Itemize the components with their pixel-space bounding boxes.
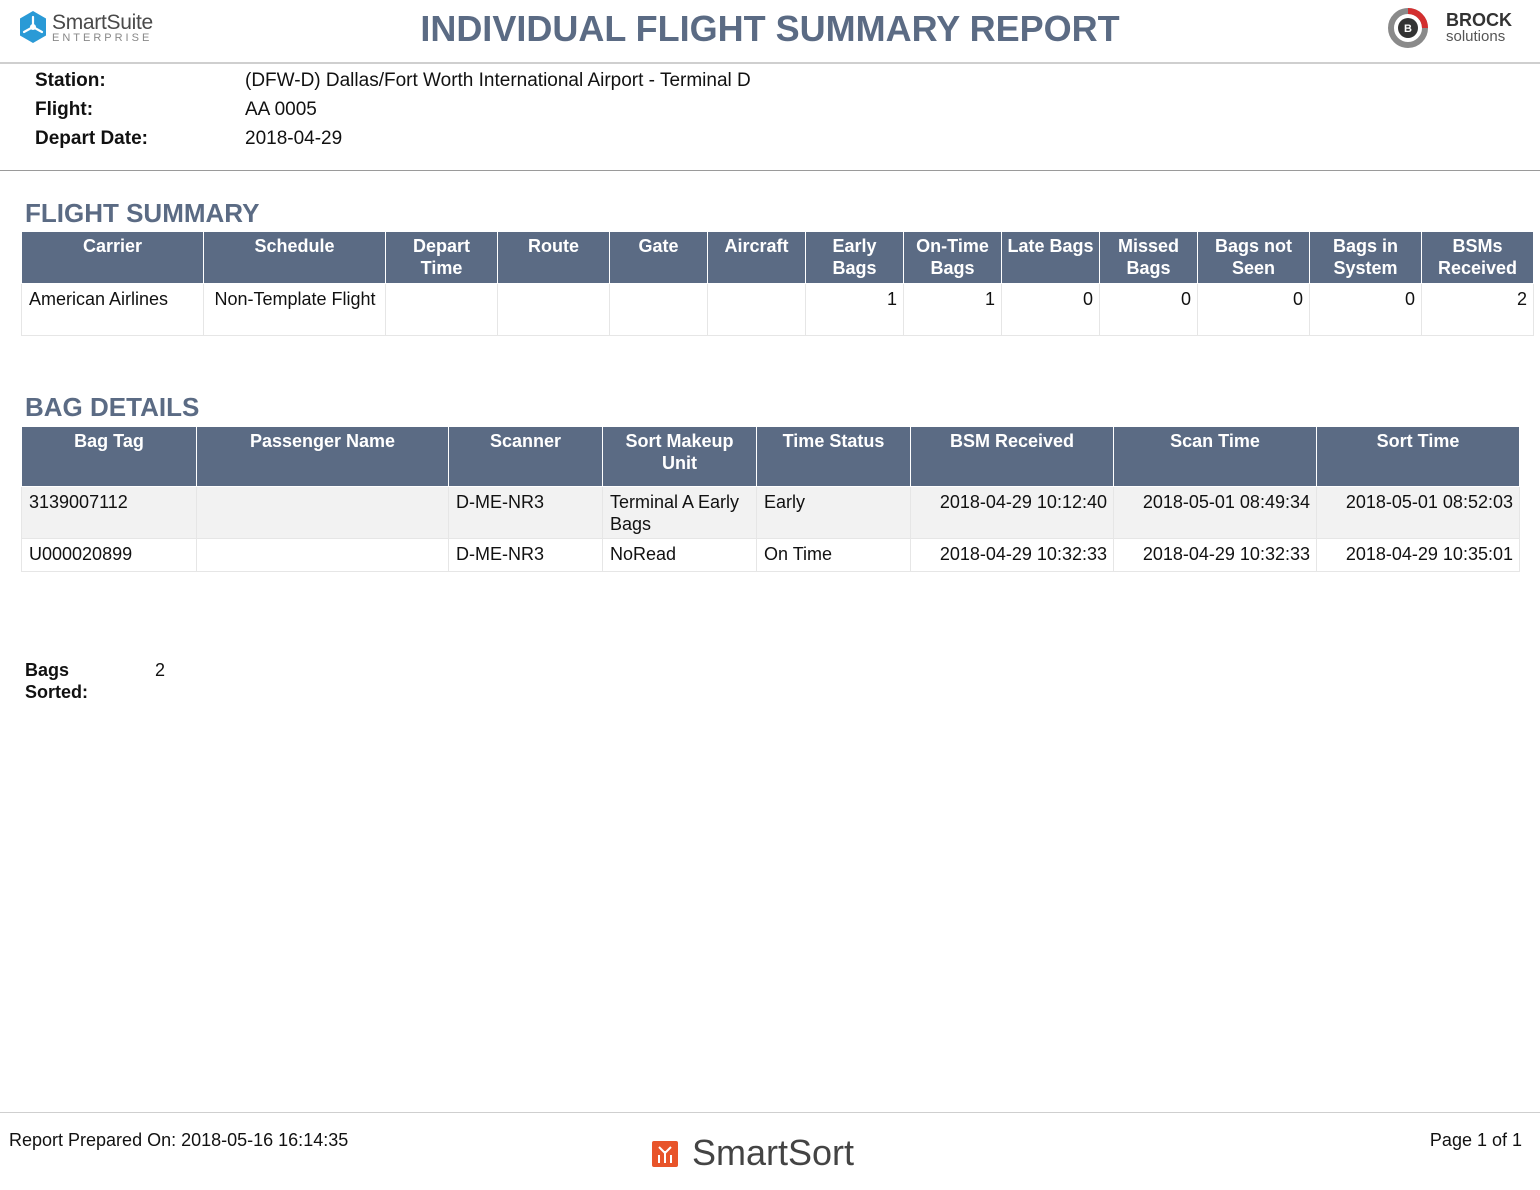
table-cell: 1	[805, 283, 904, 336]
flight-summary-table: Carrier Schedule Depart Time Route Gate Aircr…	[21, 231, 1534, 336]
column-header: On-Time Bags	[903, 231, 1002, 284]
table-cell: U000020899	[21, 538, 197, 572]
column-header: Bags in System	[1309, 231, 1422, 284]
table-cell: On Time	[756, 538, 911, 572]
table-cell: D-ME-NR3	[448, 486, 603, 539]
table-cell: 3139007112	[21, 486, 197, 539]
column-header: Route	[497, 231, 610, 284]
table-cell: 2018-04-29 10:32:33	[1113, 538, 1317, 572]
column-header: Passenger Name	[196, 426, 449, 487]
flight-summary-title: FLIGHT SUMMARY	[25, 198, 260, 228]
bags-sorted-value: 2	[155, 660, 166, 680]
table-cell: 2018-04-29 10:12:40	[910, 486, 1114, 539]
table-cell: 2	[1421, 283, 1534, 336]
bag-detail-row: U000020899 D-ME-NR3 NoRead On Time 2018-04-2…	[21, 538, 1520, 572]
column-header: Time Status	[756, 426, 911, 487]
flight-summary-row: American Airlines Non-Template Flight 1 1 0 0…	[21, 283, 1534, 336]
report-title: INDIVIDUAL FLIGHT SUMMARY REPORT	[420, 8, 1120, 49]
table-cell: 0	[1197, 283, 1310, 336]
table-cell: 0	[1099, 283, 1198, 336]
table-cell: American Airlines	[21, 283, 204, 336]
column-header: Depart Time	[385, 231, 498, 284]
column-header: Late Bags	[1001, 231, 1100, 284]
smartsort-icon	[652, 1141, 678, 1167]
table-cell: 1	[903, 283, 1002, 336]
bags-sorted-label: Bags Sorted:	[25, 660, 88, 702]
column-header: Gate	[609, 231, 708, 284]
report-header: SmartSuite ENTERPRISE INDIVIDUAL FLIGHT …	[0, 0, 1540, 64]
table-cell	[196, 538, 449, 572]
table-cell	[196, 486, 449, 539]
table-cell: Early	[756, 486, 911, 539]
table-cell	[385, 283, 498, 336]
table-cell	[707, 283, 806, 336]
table-cell: D-ME-NR3	[448, 538, 603, 572]
meta-divider	[0, 170, 1540, 171]
bag-details-table: Bag Tag Passenger Name Scanner Sort Makeup …	[21, 426, 1520, 572]
brock-logo: B BROCK solutions	[1384, 6, 1524, 50]
depart-date-label: Depart Date:	[35, 128, 148, 149]
column-header: Missed Bags	[1099, 231, 1198, 284]
column-header: Sort Time	[1316, 426, 1520, 487]
table-cell: Non-Template Flight	[203, 283, 386, 336]
bag-details-title: BAG DETAILS	[25, 392, 200, 422]
column-header: Aircraft	[707, 231, 806, 284]
column-header: BSM Received	[910, 426, 1114, 487]
table-cell	[609, 283, 708, 336]
column-header: Carrier	[21, 231, 204, 284]
svg-text:B: B	[1404, 23, 1412, 35]
column-header: Bags not Seen	[1197, 231, 1310, 284]
column-header: Scan Time	[1113, 426, 1317, 487]
table-cell: Terminal A Early Bags	[602, 486, 757, 539]
report-prepared-on: Report Prepared On: 2018-05-16 16:14:35	[9, 1130, 349, 1150]
table-cell: 2018-05-01 08:49:34	[1113, 486, 1317, 539]
table-cell	[497, 283, 610, 336]
table-cell: NoRead	[602, 538, 757, 572]
column-header: Scanner	[448, 426, 603, 487]
page-number: Page 1 of 1	[1429, 1130, 1522, 1150]
flight-label: Flight:	[35, 99, 94, 120]
table-cell: 0	[1001, 283, 1100, 336]
column-header: BSMs Received	[1421, 231, 1534, 284]
column-header: Sort Makeup Unit	[602, 426, 757, 487]
table-cell: 2018-04-29 10:32:33	[910, 538, 1114, 572]
bag-detail-row: 3139007112 D-ME-NR3 Terminal A Early Bags E…	[21, 486, 1520, 539]
column-header: Schedule	[203, 231, 386, 284]
table-cell: 2018-04-29 10:35:01	[1316, 538, 1520, 572]
depart-date-value: 2018-04-29	[245, 128, 343, 149]
smartsort-brand: SmartSort	[692, 1132, 855, 1173]
station-label: Station:	[35, 70, 106, 91]
table-cell: 2018-05-01 08:52:03	[1316, 486, 1520, 539]
brock-sub: solutions	[1446, 28, 1506, 45]
column-header: Early Bags	[805, 231, 904, 284]
brock-ring-icon: B	[1388, 8, 1428, 48]
flight-value: AA 0005	[245, 99, 317, 120]
footer-divider	[0, 1112, 1540, 1113]
column-header: Bag Tag	[21, 426, 197, 487]
table-cell: 0	[1309, 283, 1422, 336]
station-value: (DFW-D) Dallas/Fort Worth International …	[245, 70, 751, 91]
